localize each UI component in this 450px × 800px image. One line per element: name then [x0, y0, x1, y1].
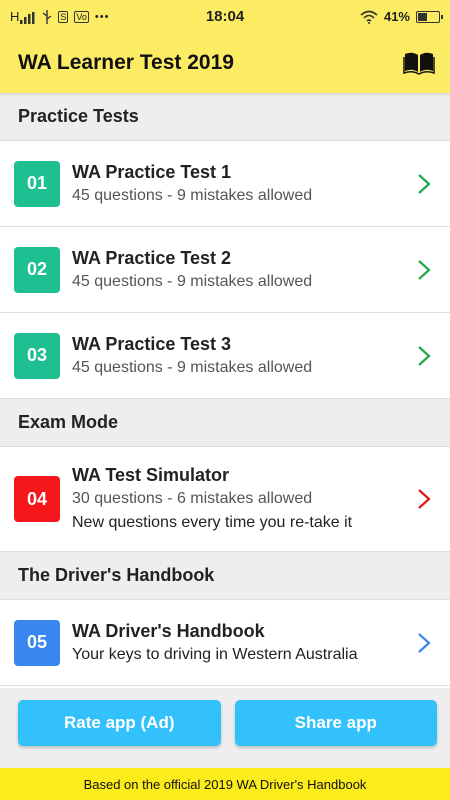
- share-app-button[interactable]: Share app: [234, 700, 437, 746]
- item-texts: WA Test Simulator 30 questions - 6 mista…: [72, 463, 414, 535]
- item-title: WA Practice Test 1: [72, 161, 232, 182]
- item-subtitle: 45 questions - 9 mistakes allowed: [72, 358, 313, 376]
- item-badge: 04: [14, 476, 60, 522]
- volte-icon: Vo: [74, 10, 89, 23]
- status-right-icons: 41%: [360, 9, 443, 24]
- footer-banner: Based on the official 2019 WA Driver's H…: [0, 768, 450, 800]
- usb-icon: [42, 9, 52, 24]
- item-subtitle: 45 questions - 9 mistakes allowed: [72, 272, 313, 290]
- battery-icon: [416, 10, 443, 23]
- wifi-icon: [360, 10, 378, 24]
- battery-fill: [418, 12, 428, 21]
- item-texts: WA Driver's Handbook Your keys to drivin…: [72, 619, 414, 667]
- chevron-right-icon: [418, 259, 431, 280]
- content-list: Practice Tests 01 WA Practice Test 1 45 …: [0, 93, 450, 686]
- item-subtitle-secondary: New questions every time you re-take it: [72, 514, 353, 531]
- rate-app-button[interactable]: Rate app (Ad): [18, 700, 221, 746]
- chevron-right-icon: [418, 345, 431, 366]
- item-title: WA Test Simulator: [72, 465, 230, 485]
- app-bar: WA Learner Test 2019: [0, 33, 450, 93]
- signal-icon: H: [10, 9, 36, 24]
- item-badge: 03: [14, 332, 60, 379]
- item-subtitle: 30 questions - 6 mistakes allowed: [72, 490, 313, 507]
- list-item-practice-1[interactable]: 01 WA Practice Test 1 45 questions - 9 m…: [0, 141, 450, 227]
- battery-percent: 41%: [383, 9, 410, 24]
- item-texts: WA Practice Test 2 45 questions - 9 mist…: [72, 246, 414, 294]
- list-item-practice-2[interactable]: 02 WA Practice Test 2 45 questions - 9 m…: [0, 227, 450, 313]
- sim-icon: S: [58, 10, 69, 23]
- chevron-right-icon: [418, 173, 431, 194]
- section-header-practice: Practice Tests: [0, 93, 450, 141]
- chevron-right-icon: [418, 489, 431, 509]
- section-header-handbook: The Driver's Handbook: [0, 552, 450, 600]
- app-title: WA Learner Test 2019: [18, 51, 234, 74]
- item-title: WA Practice Test 3: [72, 333, 232, 354]
- item-badge: 05: [14, 619, 60, 666]
- item-texts: WA Practice Test 1 45 questions - 9 mist…: [72, 160, 414, 208]
- list-item-simulator[interactable]: 04 WA Test Simulator 30 questions - 6 mi…: [0, 447, 450, 552]
- action-buttons: Rate app (Ad) Share app: [0, 688, 450, 768]
- status-bar: H S Vo ••• 18:04 41%: [0, 0, 450, 33]
- item-subtitle: 45 questions - 9 mistakes allowed: [72, 186, 313, 204]
- item-title: WA Driver's Handbook: [72, 620, 265, 641]
- status-left-icons: H S Vo •••: [10, 9, 109, 24]
- item-badge: 01: [14, 160, 60, 207]
- more-notifications-icon: •••: [94, 10, 110, 23]
- signal-bars-icon: [20, 12, 35, 24]
- list-item-handbook[interactable]: 05 WA Driver's Handbook Your keys to dri…: [0, 600, 450, 686]
- item-badge: 02: [14, 246, 60, 293]
- book-open-icon[interactable]: [403, 51, 435, 75]
- item-title: WA Practice Test 2: [72, 247, 232, 268]
- item-subtitle: Your keys to driving in Western Australi…: [72, 645, 358, 663]
- section-header-exam: Exam Mode: [0, 399, 450, 447]
- item-texts: WA Practice Test 3 45 questions - 9 mist…: [72, 332, 414, 380]
- list-item-practice-3[interactable]: 03 WA Practice Test 3 45 questions - 9 m…: [0, 313, 450, 399]
- chevron-right-icon: [418, 632, 431, 653]
